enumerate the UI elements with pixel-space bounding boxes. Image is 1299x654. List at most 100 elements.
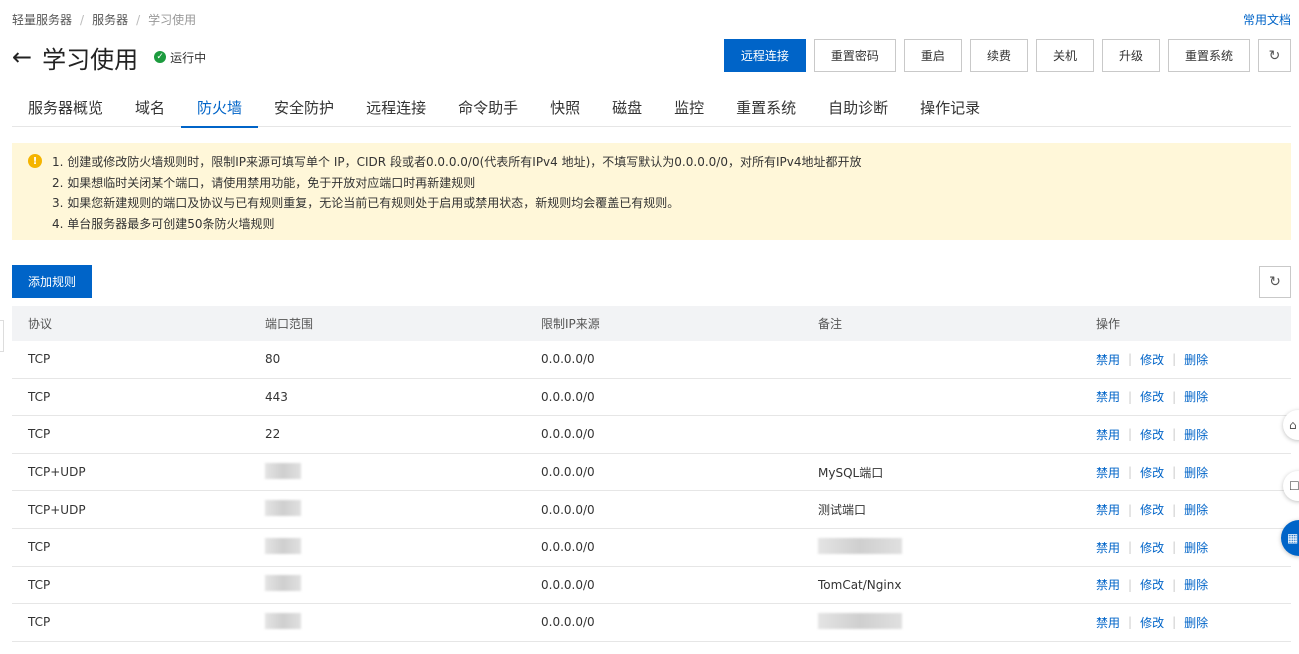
cell-port-redacted bbox=[265, 462, 301, 482]
row-actions: 禁用 | 修改 | 删除 bbox=[1096, 576, 1208, 593]
edit-link[interactable]: 修改 bbox=[1140, 539, 1164, 556]
restart-button[interactable]: 重启 bbox=[903, 39, 962, 72]
cell-source: 0.0.0.0/0 bbox=[541, 615, 595, 630]
tab-firewall[interactable]: 防火墙 bbox=[181, 96, 259, 128]
disable-link[interactable]: 禁用 bbox=[1096, 426, 1120, 443]
op-divider: | bbox=[1172, 352, 1177, 367]
disable-link[interactable]: 禁用 bbox=[1096, 614, 1120, 631]
redacted-block bbox=[265, 537, 301, 554]
check-circle-icon: ✓ bbox=[154, 51, 167, 63]
disable-link[interactable]: 禁用 bbox=[1096, 464, 1120, 481]
disable-link[interactable]: 禁用 bbox=[1096, 501, 1120, 518]
cell-note: MySQL端口 bbox=[818, 465, 884, 480]
delete-link[interactable]: 删除 bbox=[1184, 539, 1208, 556]
firewall-notice: ! 1. 创建或修改防火墙规则时，限制IP来源可填写单个 IP，CIDR 段或者… bbox=[12, 143, 1291, 240]
edit-link[interactable]: 修改 bbox=[1140, 351, 1164, 368]
table-row: TCP 80 0.0.0.0/0 禁用 | 修改 | 删除 bbox=[12, 341, 1291, 379]
disable-link[interactable]: 禁用 bbox=[1096, 576, 1120, 593]
breadcrumb-separator: / bbox=[136, 12, 141, 27]
tab-security[interactable]: 安全防护 bbox=[258, 96, 350, 127]
disable-link[interactable]: 禁用 bbox=[1096, 388, 1120, 405]
reset-password-button[interactable]: 重置密码 bbox=[813, 39, 896, 72]
cell-note-redacted bbox=[818, 537, 902, 557]
delete-link[interactable]: 删除 bbox=[1184, 576, 1208, 593]
op-divider: | bbox=[1172, 577, 1177, 592]
cell-note: TomCat/Nginx bbox=[818, 577, 902, 592]
edit-link[interactable]: 修改 bbox=[1140, 426, 1164, 443]
op-divider: | bbox=[1128, 577, 1133, 592]
disable-link[interactable]: 禁用 bbox=[1096, 539, 1120, 556]
add-rule-button[interactable]: 添加规则 bbox=[12, 265, 93, 298]
upgrade-button[interactable]: 升级 bbox=[1101, 39, 1160, 72]
header-source: 限制IP来源 bbox=[541, 317, 600, 331]
delete-link[interactable]: 删除 bbox=[1184, 426, 1208, 443]
delete-link[interactable]: 删除 bbox=[1184, 501, 1208, 518]
tab-disk[interactable]: 磁盘 bbox=[596, 96, 658, 127]
delete-link[interactable]: 删除 bbox=[1184, 614, 1208, 631]
cell-source: 0.0.0.0/0 bbox=[541, 389, 595, 404]
docs-link[interactable]: 常用文档 bbox=[1243, 11, 1291, 28]
edit-link[interactable]: 修改 bbox=[1140, 501, 1164, 518]
cell-protocol: TCP bbox=[28, 577, 51, 592]
edit-link[interactable]: 修改 bbox=[1140, 464, 1164, 481]
remote-connect-button[interactable]: 远程连接 bbox=[723, 39, 806, 72]
tab-operation-log[interactable]: 操作记录 bbox=[904, 96, 996, 127]
edit-link[interactable]: 修改 bbox=[1140, 388, 1164, 405]
refresh-icon[interactable]: ↻ bbox=[1259, 266, 1291, 298]
tab-self-diagnosis[interactable]: 自助诊断 bbox=[812, 96, 904, 127]
tab-command-assistant[interactable]: 命令助手 bbox=[442, 96, 534, 127]
edit-link[interactable]: 修改 bbox=[1140, 614, 1164, 631]
page-header: ← 学习使用 ✓ 运行中 bbox=[12, 40, 206, 74]
breadcrumb-item-servers[interactable]: 服务器 bbox=[92, 11, 128, 28]
op-divider: | bbox=[1172, 502, 1177, 517]
table-row: TCP 0.0.0.0/0 TomCat/Nginx 禁用 | 修改 | 删除 bbox=[12, 567, 1291, 605]
side-handle[interactable] bbox=[0, 320, 4, 352]
row-actions: 禁用 | 修改 | 删除 bbox=[1096, 351, 1208, 368]
edit-link[interactable]: 修改 bbox=[1140, 576, 1164, 593]
cell-port-redacted bbox=[265, 537, 301, 557]
cell-note: 测试端口 bbox=[818, 503, 867, 518]
table-row: TCP 0.0.0.0/0 禁用 | 修改 | 删除 bbox=[12, 604, 1291, 642]
reset-system-button[interactable]: 重置系统 bbox=[1167, 39, 1250, 72]
refresh-icon[interactable]: ↻ bbox=[1258, 39, 1291, 72]
notice-line: 2. 如果想临时关闭某个端口，请使用禁用功能，免于开放对应端口时再新建规则 bbox=[52, 175, 476, 190]
tab-reset-system[interactable]: 重置系统 bbox=[720, 96, 812, 127]
cell-protocol: TCP bbox=[28, 389, 51, 404]
cell-source: 0.0.0.0/0 bbox=[541, 465, 595, 480]
redacted-block bbox=[265, 575, 301, 592]
page-title: 学习使用 bbox=[42, 45, 139, 74]
tab-domain[interactable]: 域名 bbox=[119, 96, 181, 127]
disable-link[interactable]: 禁用 bbox=[1096, 351, 1120, 368]
row-actions: 禁用 | 修改 | 删除 bbox=[1096, 539, 1208, 556]
delete-link[interactable]: 删除 bbox=[1184, 388, 1208, 405]
op-divider: | bbox=[1172, 427, 1177, 442]
redacted-block bbox=[265, 612, 301, 629]
notice-line: 3. 如果您新建规则的端口及协议与已有规则重复，无论当前已有规则处于启用或禁用状… bbox=[52, 196, 680, 210]
action-toolbar: 远程连接 重置密码 重启 续费 关机 升级 重置系统 ↻ bbox=[723, 39, 1291, 72]
cell-port: 22 bbox=[265, 427, 281, 442]
tab-snapshot[interactable]: 快照 bbox=[534, 96, 596, 127]
table-row: TCP+UDP 0.0.0.0/0 MySQL端口 禁用 | 修改 | 删除 bbox=[12, 454, 1291, 492]
arrow-left-icon[interactable]: ← bbox=[12, 45, 32, 69]
cell-protocol: TCP bbox=[28, 615, 51, 630]
table-row: TCP 0.0.0.0/0 禁用 | 修改 | 删除 bbox=[12, 529, 1291, 567]
cell-port: 80 bbox=[265, 352, 281, 367]
cell-source: 0.0.0.0/0 bbox=[541, 352, 595, 367]
breadcrumb: 轻量服务器 / 服务器 / 学习使用 bbox=[12, 11, 196, 28]
tab-overview[interactable]: 服务器概览 bbox=[12, 96, 119, 127]
cell-protocol: TCP bbox=[28, 427, 51, 442]
table-row: TCP 443 0.0.0.0/0 禁用 | 修改 | 删除 bbox=[12, 379, 1291, 417]
shutdown-button[interactable]: 关机 bbox=[1035, 39, 1094, 72]
tab-remote-connect[interactable]: 远程连接 bbox=[350, 96, 442, 127]
row-actions: 禁用 | 修改 | 删除 bbox=[1096, 501, 1208, 518]
breadcrumb-item-lightweight[interactable]: 轻量服务器 bbox=[12, 11, 72, 28]
renew-button[interactable]: 续费 bbox=[969, 39, 1028, 72]
delete-link[interactable]: 删除 bbox=[1184, 464, 1208, 481]
breadcrumb-separator: / bbox=[80, 12, 85, 27]
redacted-block bbox=[818, 537, 902, 554]
tab-bar: 服务器概览 域名 防火墙 安全防护 远程连接 命令助手 快照 磁盘 监控 重置系… bbox=[12, 96, 1291, 128]
tab-monitor[interactable]: 监控 bbox=[658, 96, 720, 127]
delete-link[interactable]: 删除 bbox=[1184, 351, 1208, 368]
header-port: 端口范围 bbox=[265, 317, 314, 331]
op-divider: | bbox=[1128, 540, 1133, 555]
